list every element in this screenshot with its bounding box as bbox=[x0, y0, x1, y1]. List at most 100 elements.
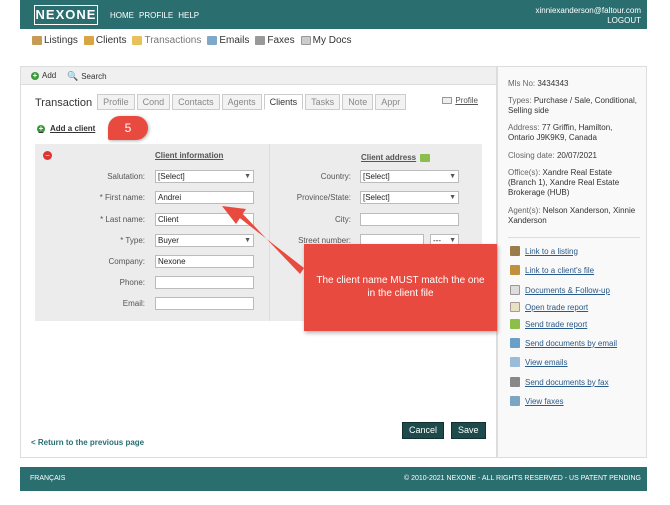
top-nav: HOME PROFILE HELP bbox=[110, 11, 199, 20]
nav-my-docs[interactable]: My Docs bbox=[300, 35, 352, 46]
types-info: Types: Purchase / Sale, Conditional, Sel… bbox=[508, 96, 637, 115]
tab-note[interactable]: Note bbox=[342, 94, 374, 110]
chevron-down-icon: ▼ bbox=[244, 173, 251, 180]
view-faxes[interactable]: View faxes bbox=[510, 396, 564, 406]
country-select[interactable]: [Select] ▼ bbox=[360, 170, 459, 183]
profile-card-icon bbox=[442, 97, 453, 104]
client-address-title: Client address bbox=[361, 153, 431, 162]
save-button[interactable]: Save bbox=[451, 422, 486, 439]
column-divider bbox=[269, 144, 270, 321]
copyright: © 2010-2021 NEXONE - ALL RIGHTS RESERVED… bbox=[403, 475, 641, 482]
user-email: xinniexanderson@faltour.com bbox=[535, 6, 641, 15]
address-arrow-icon[interactable] bbox=[420, 153, 431, 162]
company-label: Company: bbox=[108, 257, 145, 266]
last-name-label: * Last name: bbox=[100, 215, 145, 224]
phone-label: Phone: bbox=[119, 278, 145, 287]
tab-agents[interactable]: Agents bbox=[221, 94, 262, 110]
chevron-down-icon: ▼ bbox=[449, 173, 456, 180]
email-label: Email: bbox=[122, 299, 145, 308]
search-icon: 🔍 bbox=[67, 71, 79, 81]
first-name-field[interactable]: Andrei bbox=[155, 191, 254, 204]
nexone-logo[interactable]: NEXONE bbox=[34, 5, 98, 25]
cancel-button[interactable]: Cancel bbox=[402, 422, 445, 439]
nav-listings[interactable]: Listings bbox=[32, 35, 78, 46]
tab-profile[interactable]: Profile bbox=[97, 94, 135, 110]
logout-link[interactable]: LOGOUT bbox=[607, 16, 641, 25]
sidebar-divider bbox=[508, 237, 640, 238]
email-field[interactable] bbox=[155, 297, 254, 310]
toolbar: + Add 🔍 Search bbox=[21, 67, 496, 85]
address-info: Address: 77 Griffin, Hamilton, Ontario J… bbox=[508, 123, 613, 142]
city-label: City: bbox=[335, 215, 351, 224]
nav-faxes[interactable]: Faxes bbox=[255, 35, 295, 46]
open-trade-report[interactable]: Open trade report bbox=[510, 302, 588, 312]
send-documents-email[interactable]: Send documents by email bbox=[510, 338, 617, 348]
offices-info: Office(s): Xandre Real Estate (Branch 1)… bbox=[508, 168, 620, 197]
footer: FRANÇAIS © 2010-2021 NEXONE - ALL RIGHTS… bbox=[20, 467, 647, 491]
chevron-down-icon: ▼ bbox=[244, 237, 251, 244]
chevron-down-icon: ▼ bbox=[449, 194, 456, 201]
tab-section-label: Transaction bbox=[35, 97, 93, 109]
link-to-listing[interactable]: Link to a listing bbox=[510, 246, 578, 256]
nav-transactions[interactable]: Transactions bbox=[132, 35, 201, 46]
documents-icon bbox=[510, 285, 520, 295]
country-label: Country: bbox=[320, 172, 351, 181]
view-email-icon bbox=[510, 357, 520, 367]
link-to-client-file[interactable]: Link to a client's file bbox=[510, 265, 594, 275]
nav-clients[interactable]: Clients bbox=[83, 35, 126, 46]
closing-date-info: Closing date: 20/07/2021 bbox=[508, 151, 597, 160]
nav-profile[interactable]: PROFILE bbox=[139, 11, 173, 20]
salutation-select[interactable]: [Select] ▼ bbox=[155, 170, 254, 183]
plus-icon: + bbox=[31, 70, 39, 80]
nav-help[interactable]: HELP bbox=[178, 11, 199, 20]
type-label: * Type: bbox=[120, 236, 145, 245]
tab-appr[interactable]: Appr bbox=[375, 94, 407, 110]
nav-emails[interactable]: Emails bbox=[207, 35, 249, 46]
tab-cond[interactable]: Cond bbox=[136, 94, 171, 110]
chevron-down-icon: ▼ bbox=[449, 237, 456, 244]
add-client-icon: + bbox=[37, 123, 45, 133]
fax-icon bbox=[255, 36, 266, 45]
province-label: Province/State: bbox=[296, 193, 351, 202]
step-badge: 5 bbox=[108, 116, 148, 140]
send-trade-report[interactable]: Send trade report bbox=[510, 319, 587, 329]
phone-field[interactable] bbox=[155, 276, 254, 289]
people-icon bbox=[83, 36, 94, 45]
return-previous-link[interactable]: < Return to the previous page bbox=[31, 438, 144, 447]
city-field[interactable] bbox=[360, 213, 459, 226]
add-button[interactable]: + Add bbox=[31, 71, 56, 80]
report-icon bbox=[510, 302, 520, 312]
nav-home[interactable]: HOME bbox=[110, 11, 134, 20]
profile-link[interactable]: Profile bbox=[442, 96, 478, 105]
type-select[interactable]: Buyer ▼ bbox=[155, 234, 254, 247]
client-link-icon bbox=[510, 265, 520, 275]
remove-client-icon[interactable]: − bbox=[43, 151, 52, 160]
email-docs-icon bbox=[510, 338, 520, 348]
view-fax-icon bbox=[510, 396, 520, 406]
top-bar: NEXONE HOME PROFILE HELP xinniexanderson… bbox=[20, 0, 647, 29]
send-documents-fax[interactable]: Send documents by fax bbox=[510, 377, 609, 387]
fax-docs-icon bbox=[510, 377, 520, 387]
language-link[interactable]: FRANÇAIS bbox=[30, 475, 65, 482]
send-report-icon bbox=[510, 319, 520, 329]
documents-follow-up[interactable]: Documents & Follow-up bbox=[510, 285, 610, 295]
tab-contacts[interactable]: Contacts bbox=[172, 94, 220, 110]
last-name-field[interactable]: Client bbox=[155, 213, 254, 226]
search-button[interactable]: 🔍 Search bbox=[67, 71, 107, 82]
tab-bar: Transaction Profile Cond Contacts Agents… bbox=[35, 94, 408, 110]
mls-info: Mls No: 3434343 bbox=[508, 79, 569, 88]
transaction-sidebar: Mls No: 3434343 Types: Purchase / Sale, … bbox=[497, 66, 647, 458]
first-name-label: * First name: bbox=[99, 193, 145, 202]
tab-clients[interactable]: Clients bbox=[263, 94, 304, 110]
view-emails[interactable]: View emails bbox=[510, 357, 568, 367]
agents-info: Agent(s): Nelson Xanderson, Xinnie Xande… bbox=[508, 206, 636, 225]
house-link-icon bbox=[510, 246, 520, 256]
document-icon bbox=[300, 36, 311, 45]
add-client-link[interactable]: + Add a client bbox=[37, 124, 95, 133]
company-field[interactable]: Nexone bbox=[155, 255, 254, 268]
province-select[interactable]: [Select] ▼ bbox=[360, 191, 459, 204]
tab-tasks[interactable]: Tasks bbox=[305, 94, 341, 110]
annotation-callout: The client name MUST match the one in th… bbox=[304, 244, 497, 331]
folder-icon bbox=[132, 36, 143, 45]
house-icon bbox=[32, 36, 42, 45]
